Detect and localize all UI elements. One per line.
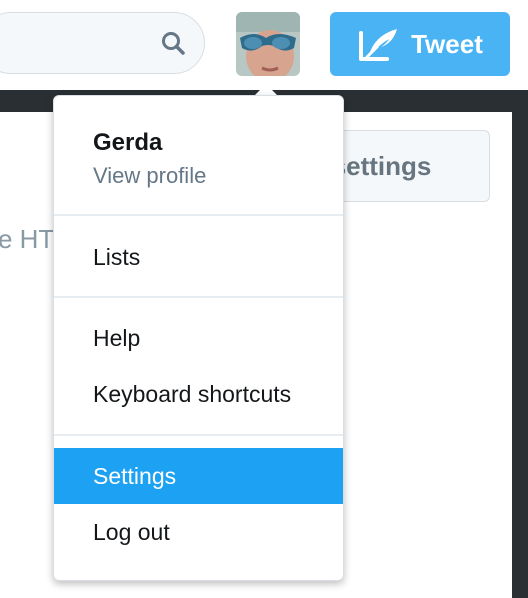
search-icon[interactable] (160, 30, 186, 56)
menu-item-label: Log out (93, 518, 170, 545)
menu-item-label: Keyboard shortcuts (93, 380, 292, 407)
menu-item-label: Help (93, 324, 141, 351)
quill-icon (359, 29, 398, 61)
avatar-image (236, 12, 300, 76)
menu-item-label: Settings (93, 462, 177, 489)
menu-divider (54, 296, 343, 298)
tweet-button[interactable]: Tweet (330, 12, 510, 76)
menu-item-keyboard-shortcuts[interactable]: Keyboard shortcuts (54, 366, 343, 422)
profile-name[interactable]: Gerda (93, 129, 162, 157)
avatar[interactable] (236, 12, 300, 76)
menu-item-help[interactable]: Help (54, 310, 343, 366)
menu-item-log-out[interactable]: Log out (54, 504, 343, 560)
search-input[interactable] (0, 12, 205, 74)
menu-item-settings[interactable]: Settings (54, 448, 343, 504)
tweet-button-label: Tweet (411, 28, 483, 59)
menu-divider (54, 434, 343, 436)
top-navigation-bar: Tweet (0, 0, 528, 90)
account-dropdown-menu: Gerda View profile Lists Help Keyboard s… (53, 95, 344, 581)
view-profile-link[interactable]: View profile (93, 163, 206, 189)
menu-item-label: Lists (93, 243, 141, 270)
menu-divider (54, 214, 343, 216)
menu-item-lists[interactable]: Lists (54, 229, 343, 285)
